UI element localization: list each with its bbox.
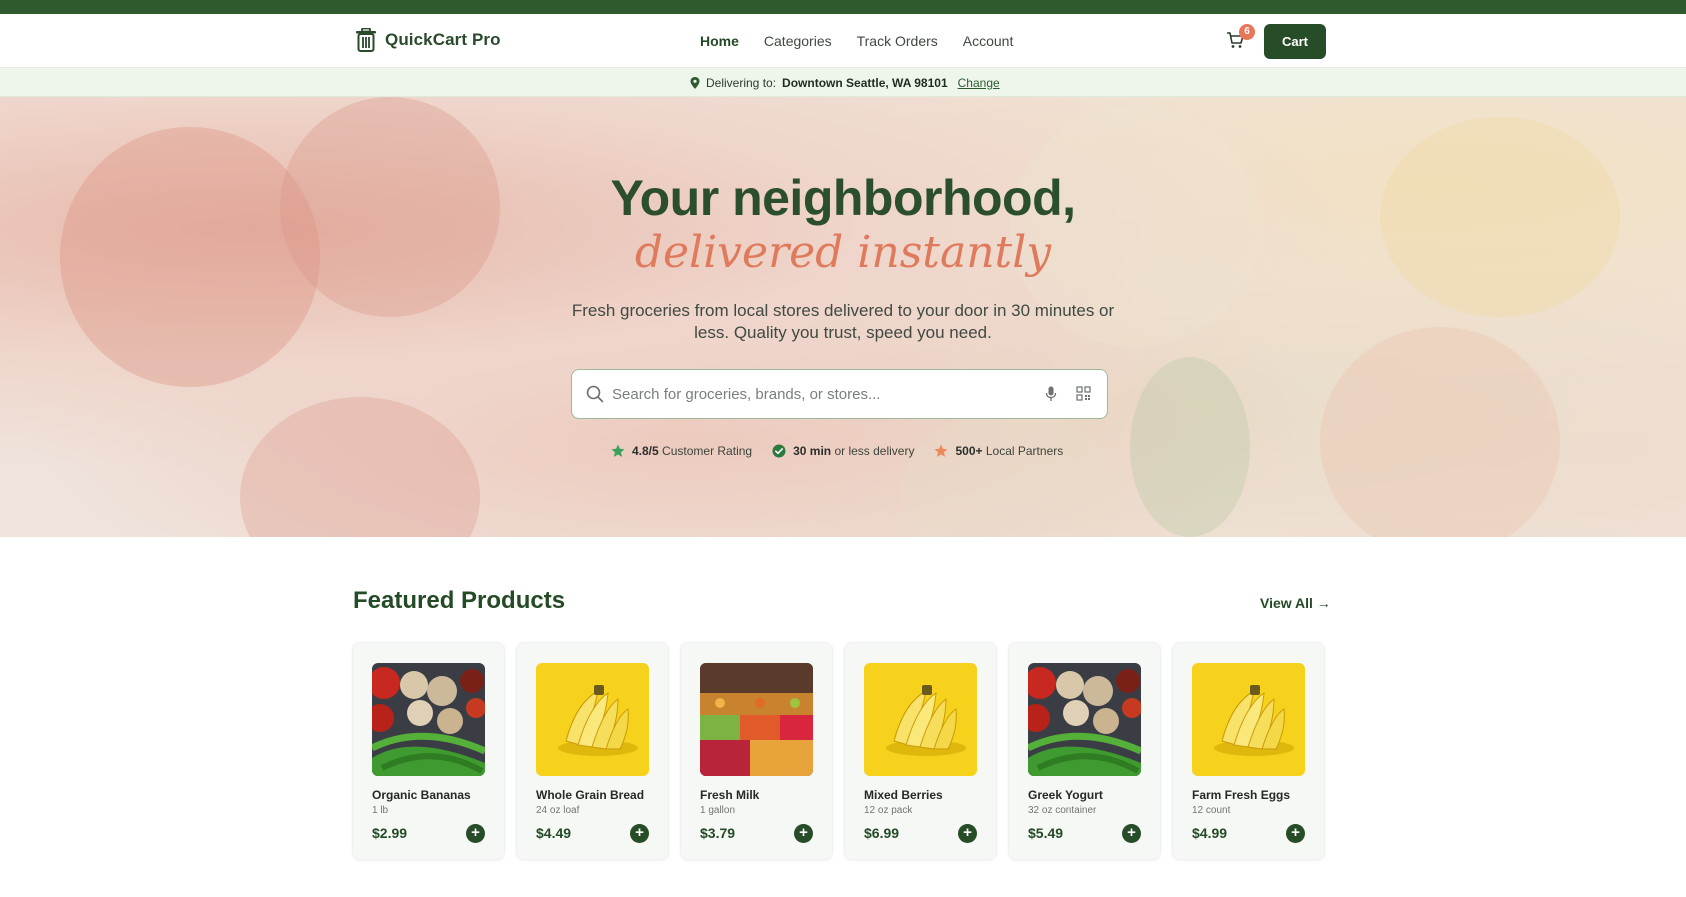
brand-logo[interactable]: QuickCart Pro [355,28,501,52]
delivery-prefix: Delivering to: [706,76,777,90]
nav-track-orders[interactable]: Track Orders [857,33,938,49]
product-unit: 24 oz loaf [536,805,580,816]
nav-account[interactable]: Account [963,33,1014,49]
nav-home[interactable]: Home [700,33,739,49]
stat-delivery-label: or less delivery [834,444,915,458]
search-box [571,369,1108,419]
check-circle-icon [772,444,786,458]
stat-partners: 500+ Local Partners [934,444,1063,458]
product-name: Mixed Berries [864,788,943,802]
product-price: $5.49 [1028,825,1064,841]
product-unit: 32 oz container [1028,805,1097,816]
add-to-cart-button[interactable]: + [794,824,813,843]
add-to-cart-button[interactable]: + [1122,824,1141,843]
star-icon [934,444,948,457]
stat-rating-label: Customer Rating [662,444,753,458]
change-location-link[interactable]: Change [958,76,1000,90]
product-card[interactable]: Organic Bananas 1 lb $2.99 + [352,642,505,860]
product-price: $4.99 [1192,825,1228,841]
cart-icon-button[interactable]: 6 [1225,24,1255,52]
product-name: Farm Fresh Eggs [1192,788,1291,802]
delivery-location: Downtown Seattle, WA 98101 [782,76,948,90]
main-nav: Home Categories Track Orders Account [700,33,1038,49]
product-name: Greek Yogurt [1028,788,1103,802]
search-icon [586,385,604,403]
add-to-cart-button[interactable]: + [1286,824,1305,843]
product-image-bananas [536,663,649,776]
product-image-market [700,663,813,776]
delivery-bar: Delivering to: Downtown Seattle, WA 9810… [0,68,1686,97]
location-pin-icon [690,77,700,89]
navbar: QuickCart Pro Home Categories Track Orde… [0,14,1686,68]
product-card[interactable]: Farm Fresh Eggs 12 count $4.99 + [1172,642,1325,860]
nav-categories[interactable]: Categories [764,33,832,49]
product-price: $4.49 [536,825,572,841]
hero-bg-tomato [240,397,480,537]
product-card[interactable]: Greek Yogurt 32 oz container $5.49 + [1008,642,1161,860]
hero-tagline: delivered instantly [634,227,1052,278]
hero-bg-leaf [1130,357,1250,537]
cart-count-badge: 6 [1239,24,1255,40]
add-to-cart-button[interactable]: + [466,824,485,843]
product-name: Organic Bananas [372,788,471,802]
stat-partners-label: Local Partners [985,444,1064,458]
add-to-cart-button[interactable]: + [958,824,977,843]
hero-section: Your neighborhood, delivered instantly F… [0,97,1686,537]
hero-bg-onion [1320,327,1560,537]
stat-delivery: 30 min or less delivery [772,444,914,458]
star-icon [611,444,625,457]
brand-name: QuickCart Pro [385,30,501,49]
product-price: $2.99 [372,825,408,841]
product-card[interactable]: Fresh Milk 1 gallon $3.79 + [680,642,833,860]
product-image-vegetables [1028,663,1141,776]
product-unit: 12 oz pack [864,805,913,816]
hero-title: Your neighborhood, [610,170,1077,226]
featured-products-title: Featured Products [353,587,566,614]
microphone-icon[interactable] [1045,386,1057,402]
product-unit: 12 count [1192,805,1231,816]
product-card[interactable]: Whole Grain Bread 24 oz loaf $4.49 + [516,642,669,860]
product-grid: Organic Bananas 1 lb $2.99 + Whole Grain… [352,642,1325,860]
product-unit: 1 gallon [700,805,736,816]
product-image-bananas [1192,663,1305,776]
trash-bin-icon [356,28,376,52]
hero-bg-mushroom [900,407,1120,537]
add-to-cart-button[interactable]: + [630,824,649,843]
product-image-bananas [864,663,977,776]
product-image-vegetables [372,663,485,776]
product-card[interactable]: Mixed Berries 12 oz pack $6.99 + [844,642,997,860]
cart-button[interactable]: Cart [1264,24,1326,59]
product-name: Fresh Milk [700,788,760,802]
view-all-link[interactable]: View All → [1260,595,1331,611]
browser-top-strip [0,0,1686,14]
product-unit: 1 lb [372,805,389,816]
search-input[interactable] [610,370,1010,418]
product-price: $3.79 [700,825,736,841]
hero-stats: 4.8/5 Customer Rating 30 min or less del… [611,444,1063,458]
stat-delivery-value: 30 min [793,444,832,458]
product-name: Whole Grain Bread [536,788,645,802]
stat-rating-value: 4.8/5 [632,444,659,458]
stat-partners-value: 500+ [955,444,983,458]
product-price: $6.99 [864,825,900,841]
barcode-scan-icon[interactable] [1076,386,1092,402]
hero-subtitle: Fresh groceries from local stores delive… [571,301,1115,342]
stat-rating: 4.8/5 Customer Rating [611,444,752,458]
